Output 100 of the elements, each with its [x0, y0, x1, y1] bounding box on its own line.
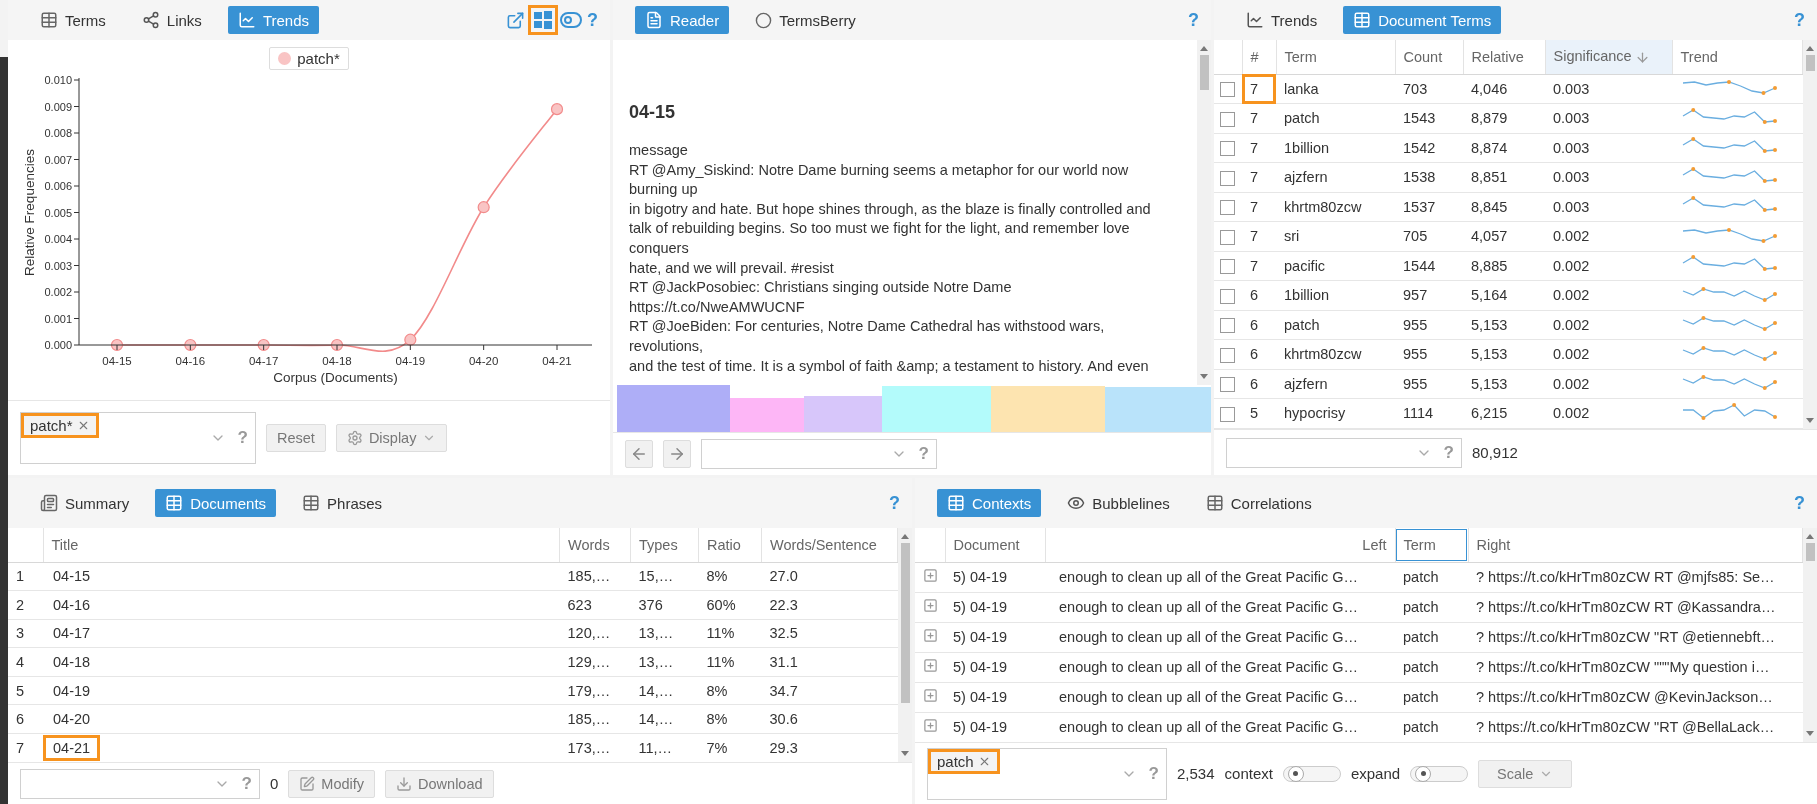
scale-button[interactable]: Scale: [1478, 759, 1573, 788]
download-icon: [396, 775, 413, 792]
term-chip[interactable]: patch: [931, 751, 997, 771]
checkbox[interactable]: [1220, 318, 1235, 334]
help-icon[interactable]: ?: [1794, 492, 1805, 514]
windows-icon[interactable]: [531, 8, 555, 32]
tick-label: 0.002: [44, 286, 72, 298]
table-cell: pacific: [1276, 251, 1395, 281]
tab[interactable]: Trends: [227, 6, 319, 34]
expand-icon[interactable]: [923, 718, 938, 733]
query-field[interactable]: patch* ?: [20, 412, 256, 464]
text-line: burning up: [629, 180, 699, 200]
help-icon[interactable]: ?: [587, 9, 598, 31]
table-cell: 0.002: [1545, 398, 1672, 428]
column-header[interactable]: Relative: [1463, 40, 1545, 74]
legend-item[interactable]: patch*: [269, 47, 349, 70]
column-header[interactable]: Significance: [1545, 40, 1672, 74]
tab[interactable]: Summary: [30, 489, 140, 517]
tick-label: 0.006: [44, 180, 72, 192]
tab[interactable]: Correlations: [1195, 489, 1322, 517]
expand-icon[interactable]: [923, 568, 938, 583]
checkbox[interactable]: [1220, 229, 1235, 245]
term-chip[interactable]: patch*: [24, 416, 96, 435]
tick-label: 04-20: [468, 355, 499, 367]
scrollbar[interactable]: [1803, 528, 1817, 742]
column-header[interactable]: Title: [43, 528, 560, 562]
scrollbar[interactable]: [898, 528, 912, 762]
table-cell: ajzfern: [1276, 162, 1395, 192]
table-cell: 179,…: [559, 676, 631, 705]
sort-arrow-icon: [1634, 50, 1650, 66]
expand-icon[interactable]: [923, 658, 938, 673]
checkbox[interactable]: [1220, 288, 1235, 304]
download-button[interactable]: Download: [385, 769, 494, 798]
table-cell: 8%: [698, 704, 762, 734]
expand-icon[interactable]: [923, 598, 938, 613]
table-cell: ? https://t.co/kHrTm80zCW "RT @etiennebft…: [1468, 622, 1803, 652]
query-field[interactable]: patch ?: [927, 747, 1167, 800]
line-chart-icon: [237, 11, 256, 29]
tab[interactable]: Trends: [1236, 6, 1328, 34]
scrollbar[interactable]: [1197, 40, 1211, 385]
tick-label: 0.000: [44, 339, 72, 351]
checkbox[interactable]: [1220, 200, 1235, 216]
table-cell: ajzfern: [1276, 369, 1395, 399]
table-cell-text: 04-19: [52, 681, 92, 701]
column-header[interactable]: Ratio: [698, 528, 762, 562]
table-cell: 7: [1242, 251, 1276, 281]
column-header[interactable]: Words: [559, 528, 631, 562]
column-header[interactable]: Left: [1045, 528, 1395, 562]
tab[interactable]: Phrases: [292, 489, 393, 517]
tab[interactable]: Links: [131, 6, 212, 34]
context-count: 2,534: [1177, 765, 1215, 782]
column-header[interactable]: Trend: [1672, 40, 1803, 74]
help-icon[interactable]: ?: [889, 492, 900, 514]
table-cell: enough to clean up all of the Great Pacific G…: [1045, 562, 1395, 592]
column-header[interactable]: Term: [1395, 528, 1468, 562]
expand-icon[interactable]: [923, 688, 938, 703]
column-header[interactable]: #: [1242, 40, 1276, 74]
line-chart-icon: [1246, 11, 1264, 29]
checkbox[interactable]: [1220, 406, 1235, 422]
column-header[interactable]: Types: [630, 528, 699, 562]
column-header[interactable]: Words/Sentence: [761, 528, 898, 562]
tab[interactable]: Documents: [155, 489, 277, 517]
column-header[interactable]: Right: [1468, 528, 1803, 562]
column-header[interactable]: Document: [945, 528, 1045, 562]
checkbox[interactable]: [1220, 377, 1235, 393]
expand-icon[interactable]: [923, 628, 938, 643]
checkbox[interactable]: [1220, 141, 1235, 157]
table-cell: 955: [1395, 310, 1463, 340]
scrollbar[interactable]: [1803, 40, 1817, 429]
table-cell: 30.6: [761, 704, 898, 734]
reset-button[interactable]: Reset: [266, 424, 326, 452]
modify-button[interactable]: Modify: [288, 769, 376, 798]
data-point: [330, 338, 344, 352]
checkbox[interactable]: [1220, 259, 1235, 275]
help-icon[interactable]: ?: [1188, 9, 1199, 31]
row-number: 6: [8, 704, 43, 734]
slider-label: context: [1224, 765, 1273, 782]
tab[interactable]: Contexts: [937, 489, 1042, 517]
table-cell: 0.002: [1545, 369, 1672, 399]
document-segment[interactable]: [803, 395, 882, 432]
back-button[interactable]: [625, 440, 653, 468]
checkbox[interactable]: [1220, 170, 1235, 186]
tab[interactable]: Bubblelines: [1057, 489, 1180, 517]
tab[interactable]: Terms: [30, 6, 116, 34]
table-cell: 1537: [1395, 192, 1463, 222]
table-cell: 8,851: [1463, 162, 1545, 192]
tab[interactable]: Document Terms: [1343, 6, 1502, 34]
table-cell: 4,057: [1463, 221, 1545, 251]
checkbox[interactable]: [1220, 111, 1235, 127]
newspaper-icon: [40, 494, 58, 512]
checkbox[interactable]: [1220, 82, 1235, 98]
display-button[interactable]: Display: [335, 424, 448, 452]
checkbox[interactable]: [1220, 347, 1235, 363]
share-icon: [141, 11, 160, 29]
forward-button[interactable]: [663, 440, 691, 468]
tab[interactable]: TermsBerry: [745, 6, 866, 34]
column-header[interactable]: Count: [1395, 40, 1463, 74]
help-icon[interactable]: ?: [1794, 9, 1805, 31]
column-header[interactable]: Term: [1276, 40, 1395, 74]
tab[interactable]: Reader: [635, 6, 730, 34]
